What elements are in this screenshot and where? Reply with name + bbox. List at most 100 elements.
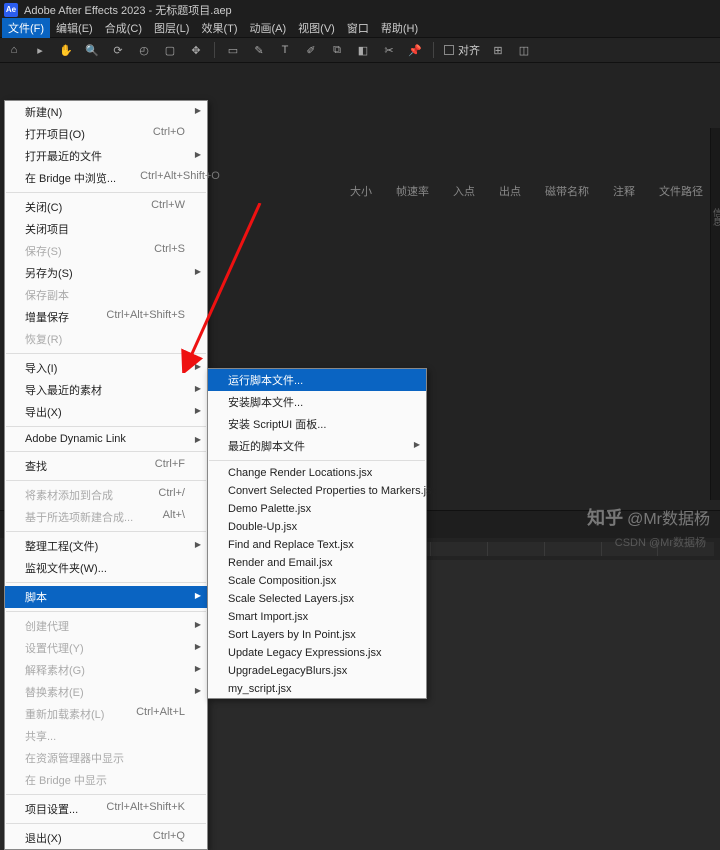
- script-menu-item[interactable]: Find and Replace Text.jsx: [208, 536, 426, 554]
- menu-animation[interactable]: 动画(A): [244, 18, 293, 38]
- script-menu-item[interactable]: Change Render Locations.jsx: [208, 464, 426, 482]
- script-menu-item[interactable]: Scale Selected Layers.jsx: [208, 590, 426, 608]
- file-menu-item[interactable]: 另存为(S): [5, 262, 207, 284]
- menu-separator: [6, 611, 206, 612]
- menu-edit[interactable]: 编辑(E): [50, 18, 99, 38]
- menu-separator: [6, 451, 206, 452]
- selection-tool-icon[interactable]: ▸: [32, 42, 48, 58]
- menu-item-shortcut: Ctrl+W: [151, 199, 185, 215]
- script-menu-item[interactable]: Demo Palette.jsx: [208, 500, 426, 518]
- watermark-zhihu: 知乎 @Mr数据杨: [587, 504, 710, 530]
- script-menu-item[interactable]: Smart Import.jsx: [208, 608, 426, 626]
- script-menu-item[interactable]: my_script.jsx: [208, 680, 426, 698]
- col-framerate: 帧速率: [396, 183, 429, 199]
- brush-tool-icon[interactable]: ✐: [303, 42, 319, 58]
- puppet-tool-icon[interactable]: 📌: [407, 42, 423, 58]
- menu-separator: [6, 480, 206, 481]
- camera-tool-icon[interactable]: ▢: [162, 42, 178, 58]
- menu-item-shortcut: Ctrl+/: [158, 487, 185, 503]
- rotate-tool-icon[interactable]: ◴: [136, 42, 152, 58]
- text-tool-icon[interactable]: T: [277, 42, 293, 58]
- menu-item-label: Demo Palette.jsx: [228, 503, 311, 515]
- file-menu-item[interactable]: 关闭(C)Ctrl+W: [5, 196, 207, 218]
- zoom-tool-icon[interactable]: 🔍: [84, 42, 100, 58]
- file-menu-item[interactable]: 打开最近的文件: [5, 145, 207, 167]
- menu-item-shortcut: Ctrl+Alt+Shift+K: [106, 801, 185, 817]
- snap-toggle[interactable]: 对齐: [444, 42, 480, 58]
- file-menu-item: 共享...: [5, 725, 207, 747]
- script-menu-item[interactable]: 安装脚本文件...: [208, 391, 426, 413]
- toolbar: ⌂ ▸ ✋ 🔍 ⟳ ◴ ▢ ✥ ▭ ✎ T ✐ ⧉ ◧ ✂ 📌 对齐 ⊞ ◫: [0, 37, 720, 63]
- menu-item-label: 打开最近的文件: [25, 148, 102, 164]
- home-icon[interactable]: ⌂: [6, 42, 22, 58]
- menu-item-label: 将素材添加到合成: [25, 487, 113, 503]
- menu-item-label: 查找: [25, 458, 47, 474]
- menu-item-label: 解释素材(G): [25, 662, 85, 678]
- file-menu-item[interactable]: 退出(X)Ctrl+Q: [5, 827, 207, 849]
- menu-item-label: 另存为(S): [25, 265, 73, 281]
- script-menu-item[interactable]: Render and Email.jsx: [208, 554, 426, 572]
- file-menu-item[interactable]: 项目设置... Ctrl+Alt+Shift+K: [5, 798, 207, 820]
- file-menu-item[interactable]: 导入(I): [5, 357, 207, 379]
- toolbar-divider: [214, 42, 215, 58]
- menu-separator: [6, 582, 206, 583]
- script-menu-item[interactable]: 安装 ScriptUI 面板...: [208, 413, 426, 435]
- file-menu-item[interactable]: 关闭项目: [5, 218, 207, 240]
- shape-tool-icon[interactable]: ▭: [225, 42, 241, 58]
- right-panel-edge[interactable]: 信息: [710, 128, 720, 500]
- grid-icon[interactable]: ⊞: [490, 42, 506, 58]
- menu-item-label: 在资源管理器中显示: [25, 750, 124, 766]
- file-menu-item[interactable]: 打开项目(O)Ctrl+O: [5, 123, 207, 145]
- file-menu-item[interactable]: 脚本: [5, 586, 207, 608]
- script-menu-item[interactable]: 最近的脚本文件: [208, 435, 426, 457]
- file-menu-item[interactable]: 监视文件夹(W)...: [5, 557, 207, 579]
- menu-item-label: 整理工程(文件): [25, 538, 98, 554]
- script-menu-item[interactable]: Scale Composition.jsx: [208, 572, 426, 590]
- anchor-tool-icon[interactable]: ✥: [188, 42, 204, 58]
- script-menu-item[interactable]: Sort Layers by In Point.jsx: [208, 626, 426, 644]
- file-menu-item[interactable]: 在 Bridge 中浏览...Ctrl+Alt+Shift+O: [5, 167, 207, 189]
- menu-item-label: 保存副本: [25, 287, 69, 303]
- menu-item-label: 监视文件夹(W)...: [25, 560, 107, 576]
- menu-help[interactable]: 帮助(H): [375, 18, 424, 38]
- menu-separator: [6, 531, 206, 532]
- file-menu-item[interactable]: 导入最近的素材: [5, 379, 207, 401]
- menu-window[interactable]: 窗口: [341, 18, 375, 38]
- roto-tool-icon[interactable]: ✂: [381, 42, 397, 58]
- file-menu-item[interactable]: Adobe Dynamic Link: [5, 430, 207, 448]
- script-menu-item[interactable]: Update Legacy Expressions.jsx: [208, 644, 426, 662]
- script-menu-item[interactable]: UpgradeLegacyBlurs.jsx: [208, 662, 426, 680]
- menu-separator: [6, 794, 206, 795]
- menu-composition[interactable]: 合成(C): [99, 18, 148, 38]
- menu-effect[interactable]: 效果(T): [195, 18, 243, 38]
- menu-bar: 文件(F) 编辑(E) 合成(C) 图层(L) 效果(T) 动画(A) 视图(V…: [0, 19, 720, 37]
- file-menu-item[interactable]: 导出(X): [5, 401, 207, 423]
- menu-layer[interactable]: 图层(L): [148, 18, 195, 38]
- menu-item-label: Double-Up.jsx: [228, 521, 297, 533]
- menu-view[interactable]: 视图(V): [292, 18, 341, 38]
- pen-tool-icon[interactable]: ✎: [251, 42, 267, 58]
- menu-item-label: 导入(I): [25, 360, 57, 376]
- script-menu-item[interactable]: 运行脚本文件...: [208, 369, 426, 391]
- file-menu-item[interactable]: 查找Ctrl+F: [5, 455, 207, 477]
- menu-item-label: Change Render Locations.jsx: [228, 467, 372, 479]
- mask-icon[interactable]: ◫: [516, 42, 532, 58]
- menu-item-label: 项目设置...: [25, 801, 78, 817]
- menu-file[interactable]: 文件(F): [2, 18, 50, 38]
- orbit-tool-icon[interactable]: ⟳: [110, 42, 126, 58]
- menu-item-shortcut: Ctrl+S: [154, 243, 185, 259]
- clone-tool-icon[interactable]: ⧉: [329, 42, 345, 58]
- file-menu-item[interactable]: 增量保存Ctrl+Alt+Shift+S: [5, 306, 207, 328]
- col-size: 大小: [350, 183, 372, 199]
- menu-item-label: 退出(X): [25, 830, 62, 846]
- menu-item-label: 打开项目(O): [25, 126, 85, 142]
- script-menu-item[interactable]: Double-Up.jsx: [208, 518, 426, 536]
- menu-item-label: my_script.jsx: [228, 683, 292, 695]
- script-menu-item[interactable]: Convert Selected Properties to Markers.j…: [208, 482, 426, 500]
- file-menu-item[interactable]: 新建(N): [5, 101, 207, 123]
- hand-tool-icon[interactable]: ✋: [58, 42, 74, 58]
- file-menu-item: 解释素材(G): [5, 659, 207, 681]
- menu-item-label: 脚本: [25, 589, 47, 605]
- file-menu-item[interactable]: 整理工程(文件): [5, 535, 207, 557]
- eraser-tool-icon[interactable]: ◧: [355, 42, 371, 58]
